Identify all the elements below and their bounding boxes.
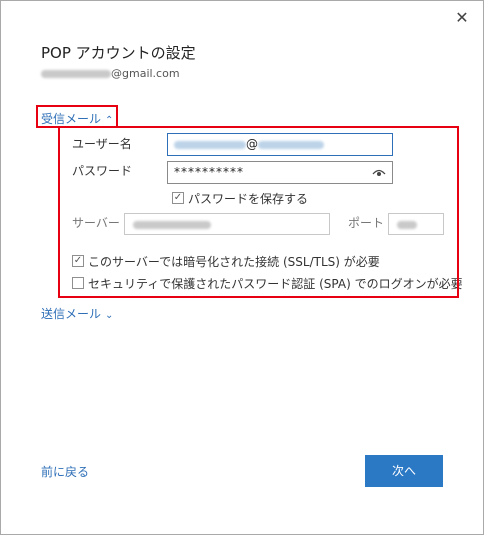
close-icon: ✕ xyxy=(455,8,469,27)
redacted-username xyxy=(41,70,111,78)
highlight-box-incoming-settings xyxy=(58,126,459,298)
next-button[interactable]: 次へ xyxy=(365,455,443,487)
dialog-window: ✕ POP アカウントの設定 @gmail.com 受信メール ⌃ ユーザー名 @… xyxy=(0,0,484,535)
dialog-title: POP アカウントの設定 xyxy=(41,44,196,62)
close-button[interactable]: ✕ xyxy=(451,7,473,29)
highlight-box-incoming-header xyxy=(36,105,118,128)
account-email: @gmail.com xyxy=(41,67,180,80)
chevron-down-icon: ⌄ xyxy=(105,310,114,321)
back-link[interactable]: 前に戻る xyxy=(41,463,89,480)
outgoing-mail-toggle[interactable]: 送信メール ⌄ xyxy=(41,305,113,322)
